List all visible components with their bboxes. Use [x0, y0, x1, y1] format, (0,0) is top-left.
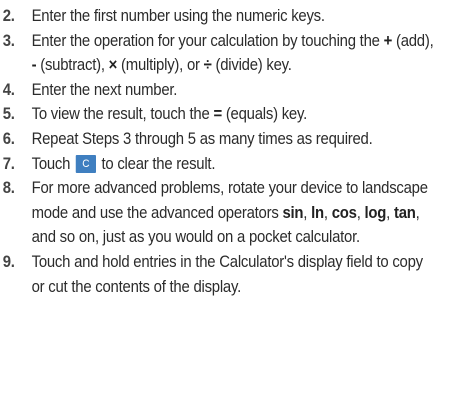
step-text: Repeat Steps 3 through 5 as many times a…	[31, 129, 373, 148]
operator-log: log	[364, 203, 387, 222]
step-number: 9.	[2, 252, 15, 271]
operator-ln: ln	[311, 203, 324, 222]
step-5: 5. To view the result, touch the = (equa…	[0, 102, 472, 127]
step-8: 8. For more advanced problems, rotate yo…	[0, 176, 472, 250]
step-text: For more advanced problems, rotate your …	[27, 176, 436, 250]
step-number: 8.	[2, 179, 15, 198]
operator-cos: cos	[331, 203, 357, 222]
step-number: 4.	[2, 80, 15, 99]
step-text-part: to clear the result.	[101, 154, 216, 173]
operator-add: +	[383, 31, 393, 50]
step-number: 6.	[2, 129, 15, 148]
operator-divide: ÷	[203, 56, 212, 75]
step-text: Enter the operation for your calculation…	[27, 29, 436, 78]
step-text-part: (subtract),	[36, 56, 109, 75]
step-4: 4. Enter the next number.	[0, 78, 472, 103]
step-text: Enter the first number using the numeric…	[31, 7, 325, 25]
operator-tan: tan	[393, 203, 416, 222]
step-number: 7.	[2, 154, 15, 173]
step-text-part: To view the result, touch the	[31, 105, 214, 124]
step-text-part: (multiply), or	[117, 56, 204, 75]
step-text: To view the result, touch the = (equals)…	[27, 102, 436, 127]
clear-key-icon: C	[75, 155, 96, 174]
operator-equals: =	[213, 105, 222, 124]
step-text: Touch Cto clear the result.	[27, 152, 436, 177]
step-2: 2. Enter the first number using the nume…	[0, 4, 472, 29]
step-text: Enter the next number.	[31, 80, 178, 99]
operator-multiply: ×	[108, 56, 118, 75]
step-text-part: (equals) key.	[221, 105, 307, 124]
step-6: 6. Repeat Steps 3 through 5 as many time…	[0, 127, 472, 152]
step-9: 9. Touch and hold entries in the Calcula…	[0, 250, 472, 299]
instruction-list: 2. Enter the first number using the nume…	[0, 0, 472, 396]
separator: ,	[386, 203, 394, 222]
step-text: Touch and hold entries in the Calculator…	[31, 252, 424, 296]
step-7: 7. Touch Cto clear the result.	[0, 152, 472, 177]
separator: ,	[356, 203, 365, 222]
step-number: 3.	[2, 31, 15, 50]
step-text-part: (add),	[392, 31, 434, 50]
step-number: 5.	[2, 105, 15, 124]
step-text-part: (divide) key.	[211, 56, 292, 75]
step-number: 2.	[2, 7, 15, 25]
step-text-part: Touch	[31, 154, 71, 173]
operator-sin: sin	[282, 203, 304, 222]
step-text-part: Enter the operation for your calculation…	[31, 31, 380, 50]
separator: ,	[303, 203, 312, 222]
step-3: 3. Enter the operation for your calculat…	[0, 29, 472, 78]
